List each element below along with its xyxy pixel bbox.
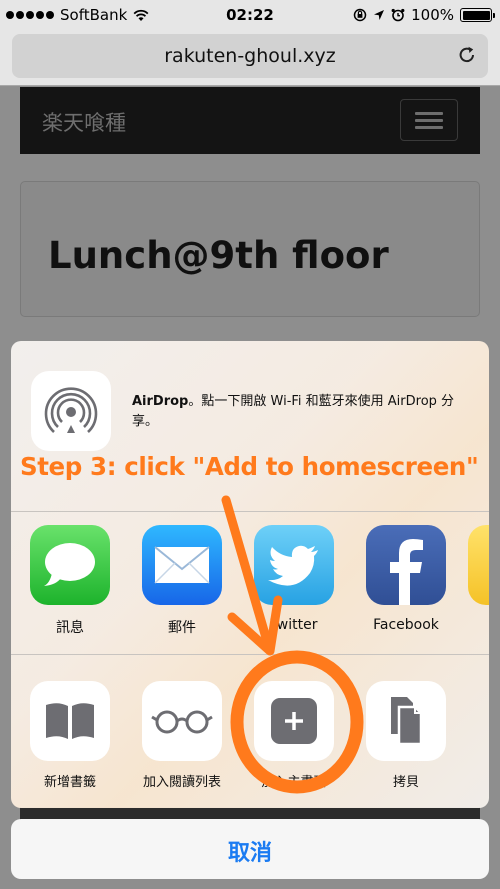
cancel-label: 取消 bbox=[227, 841, 272, 866]
orientation-lock-icon bbox=[353, 8, 367, 22]
share-app-messages[interactable]: 訊息 bbox=[20, 525, 120, 637]
annotation-text: Step 3: click "Add to homescreen" bbox=[20, 452, 479, 481]
panel-title: Lunch@9th floor bbox=[48, 234, 389, 277]
reload-icon[interactable] bbox=[456, 44, 478, 66]
status-bar: SoftBank 02:22 100% bbox=[0, 0, 500, 30]
action-copy[interactable]: 拷貝 bbox=[356, 681, 456, 790]
facebook-icon bbox=[366, 525, 446, 605]
action-add-to-homescreen[interactable]: 加入主畫面 bbox=[244, 681, 344, 790]
site-brand[interactable]: 楽天喰種 bbox=[42, 107, 126, 137]
hamburger-menu-button[interactable] bbox=[400, 99, 458, 141]
share-app-facebook[interactable]: Facebook bbox=[356, 525, 456, 633]
twitter-icon bbox=[254, 525, 334, 605]
book-icon bbox=[30, 681, 110, 761]
messages-icon bbox=[30, 525, 110, 605]
notes-icon bbox=[468, 525, 489, 605]
glasses-icon bbox=[142, 681, 222, 761]
copy-icon bbox=[366, 681, 446, 761]
action-add-reading-list[interactable]: 加入閱讀列表 bbox=[132, 681, 232, 790]
address-bar: rakuten-ghoul.xyz bbox=[0, 30, 500, 86]
share-sheet: AirDrop。點一下開啟 Wi-Fi 和藍牙來使用 AirDrop 分享。 訊… bbox=[11, 341, 489, 808]
battery-icon bbox=[460, 8, 495, 22]
share-app-partial[interactable] bbox=[468, 525, 489, 605]
battery-percent: 100% bbox=[411, 6, 454, 24]
mail-icon bbox=[142, 525, 222, 605]
cancel-button[interactable]: 取消 bbox=[11, 819, 489, 879]
airdrop-description: AirDrop。點一下開啟 Wi-Fi 和藍牙來使用 AirDrop 分享。 bbox=[132, 394, 455, 429]
url-text: rakuten-ghoul.xyz bbox=[164, 45, 336, 67]
share-app-mail[interactable]: 郵件 bbox=[132, 525, 232, 637]
share-app-twitter[interactable]: Twitter bbox=[244, 525, 344, 633]
site-navbar: 楽天喰種 bbox=[20, 87, 480, 154]
url-field[interactable]: rakuten-ghoul.xyz bbox=[12, 34, 488, 78]
action-add-bookmark[interactable]: 新增書籤 bbox=[20, 681, 120, 790]
content-panel: Lunch@9th floor bbox=[20, 181, 480, 317]
share-apps-row: 訊息 郵件 Twitter Facebook bbox=[11, 511, 489, 646]
airdrop-icon[interactable] bbox=[31, 371, 111, 451]
location-icon bbox=[374, 10, 385, 20]
add-to-home-icon bbox=[254, 681, 334, 761]
alarm-icon bbox=[391, 8, 405, 22]
share-actions-row: 新增書籤 加入閱讀列表 加入主畫面 拷貝 bbox=[11, 654, 489, 808]
